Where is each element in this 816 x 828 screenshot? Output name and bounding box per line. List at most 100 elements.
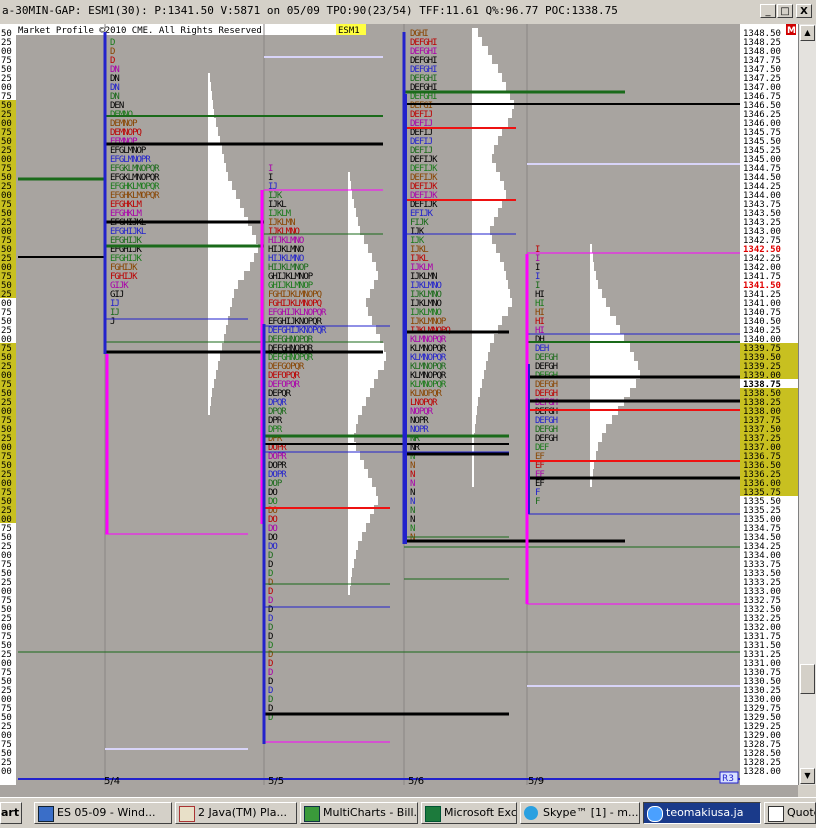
profile-histogram-5-6 (472, 28, 478, 37)
profile-histogram-5-5 (348, 532, 362, 541)
profile-histogram-5-5 (348, 271, 378, 280)
profile-histogram-5-6 (472, 181, 504, 190)
profile-histogram-5-6 (472, 424, 475, 433)
profile-histogram-5-5 (348, 541, 358, 550)
profile-histogram-5-4 (208, 325, 226, 334)
watermark-text: Market Profile ©2010 CME. All Rights Res… (18, 26, 262, 36)
taskbar-item-label: Quote (787, 806, 815, 819)
taskbar-item-chat[interactable]: teomakiusa.ja (643, 802, 761, 824)
close-button[interactable]: X (796, 4, 812, 18)
profile-histogram-5-5 (348, 505, 374, 514)
profile-histogram-5-4 (208, 253, 254, 262)
chart-icon (304, 806, 320, 822)
profile-histogram-5-6 (472, 154, 492, 163)
start-button[interactable]: art (0, 802, 22, 824)
market-profile-chart[interactable]: 50 25 00 75 50 25 00 75 50 25 00 75 50 25 00 75 50 25 00 75… (0, 24, 798, 785)
profile-histogram-5-6 (472, 397, 478, 406)
profile-histogram-5-4 (208, 271, 244, 280)
profile-histogram-5-4 (208, 181, 232, 190)
profile-histogram-5-4 (208, 262, 250, 271)
profile-histogram-5-6 (472, 343, 490, 352)
vertical-scrollbar[interactable]: ▲ ▼ (798, 24, 816, 785)
profile-histogram-5-9 (590, 388, 630, 397)
profile-histogram-5-5 (348, 280, 374, 289)
scroll-thumb[interactable] (800, 664, 815, 694)
profile-histogram-5-5 (348, 487, 376, 496)
profile-histogram-5-4 (208, 127, 218, 136)
profile-histogram-5-5 (348, 586, 350, 595)
window-title: a-30MIN-GAP: ESM1(30): P:1341.50 V:5871 … (2, 4, 618, 17)
profile-histogram-5-9 (590, 316, 616, 325)
taskbar-item-es-window[interactable]: ES 05-09 - Wind... (34, 802, 172, 824)
scroll-up-icon[interactable]: ▲ (800, 25, 815, 41)
profile-histogram-5-6 (472, 253, 500, 262)
profile-histogram-5-4 (208, 163, 226, 172)
maximize-button[interactable]: □ (777, 4, 793, 18)
symbol-badge: ESM1 (338, 26, 360, 36)
taskbar-item-multicharts[interactable]: MultiCharts - Bill... (300, 802, 418, 824)
profile-histogram-5-9 (590, 433, 602, 442)
profile-histogram-5-5 (348, 208, 356, 217)
profile-histogram-5-6 (472, 379, 482, 388)
profile-histogram-5-6 (472, 118, 508, 127)
profile-histogram-5-4 (208, 190, 236, 199)
profile-histogram-5-4 (208, 145, 222, 154)
profile-histogram-5-4 (208, 235, 256, 244)
profile-histogram-5-5 (348, 244, 368, 253)
profile-histogram-5-6 (472, 46, 488, 55)
profile-histogram-5-6 (472, 289, 510, 298)
profile-histogram-5-6 (472, 361, 486, 370)
taskbar-item-skype[interactable]: Skype™ [1] - m... (520, 802, 640, 824)
profile-histogram-5-6 (472, 235, 492, 244)
profile-histogram-5-6 (472, 316, 502, 325)
tpo-letters-5-9: F (535, 497, 540, 507)
profile-histogram-5-9 (590, 424, 606, 433)
profile-histogram-5-4 (208, 154, 224, 163)
taskbar-item-quote[interactable]: Quote (764, 802, 816, 824)
profile-histogram-5-6 (472, 280, 508, 289)
title-bar: a-30MIN-GAP: ESM1(30): P:1341.50 V:5871 … (0, 0, 816, 25)
quote-icon (768, 806, 784, 822)
profile-histogram-5-6 (472, 298, 512, 307)
scroll-down-icon[interactable]: ▼ (800, 768, 815, 784)
profile-histogram-5-5 (348, 307, 368, 316)
profile-histogram-5-4 (208, 379, 214, 388)
profile-histogram-5-5 (348, 460, 364, 469)
window-icon (38, 806, 54, 822)
profile-histogram-5-6 (472, 271, 506, 280)
profile-histogram-5-6 (472, 352, 488, 361)
profile-histogram-5-6 (472, 406, 477, 415)
profile-histogram-5-5 (348, 577, 351, 586)
profile-histogram-5-4 (208, 388, 212, 397)
profile-histogram-5-6 (472, 136, 498, 145)
taskbar-item-excel[interactable]: Microsoft Excel (421, 802, 517, 824)
profile-histogram-5-6 (472, 82, 506, 91)
profile-histogram-5-5 (348, 298, 366, 307)
profile-histogram-5-5 (348, 289, 370, 298)
profile-histogram-5-4 (208, 100, 213, 109)
profile-histogram-5-5 (348, 559, 354, 568)
profile-histogram-5-4 (208, 316, 228, 325)
taskbar-item-java[interactable]: 2 Java(TM) Pla... (175, 802, 297, 824)
profile-histogram-5-6 (472, 37, 482, 46)
profile-histogram-5-5 (348, 478, 372, 487)
profile-histogram-5-5 (348, 361, 384, 370)
skype-icon (524, 806, 538, 820)
date-axis (0, 785, 798, 797)
profile-histogram-5-9 (590, 352, 634, 361)
profile-histogram-5-6 (472, 55, 492, 64)
left-tick-label: 00 (1, 767, 12, 777)
taskbar-item-label: Microsoft Excel (444, 806, 517, 819)
profile-histogram-5-6 (472, 478, 474, 487)
taskbar: art ES 05-09 - Wind... 2 Java(TM) Pla...… (0, 797, 816, 828)
minimize-button[interactable]: _ (760, 4, 776, 18)
top-right-badge: M (787, 26, 796, 36)
profile-histogram-5-5 (348, 397, 366, 406)
date-label: 5/6 (408, 776, 424, 785)
java-icon (179, 806, 195, 822)
profile-histogram-5-9 (590, 415, 612, 424)
profile-histogram-5-4 (208, 280, 238, 289)
profile-histogram-5-4 (208, 91, 212, 100)
profile-histogram-5-9 (590, 244, 592, 253)
profile-histogram-5-4 (208, 289, 234, 298)
